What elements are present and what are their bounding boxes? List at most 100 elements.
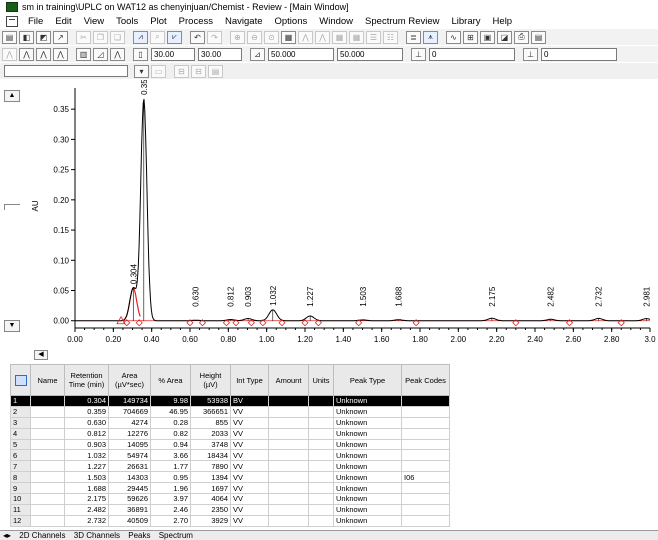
column-header-area[interactable]: Area (µV*sec): [108, 364, 151, 396]
column-header-percent-area[interactable]: % Area: [150, 364, 191, 396]
chromatogram-chart[interactable]: 0.00 0.05 0.10 0.15 0.20 0.25 0.30 0.35 AU 0.00 0.…: [0, 74, 658, 363]
minimum-height-icon[interactable]: ⊥: [523, 47, 538, 61]
peak-add-icon[interactable]: ⋀: [315, 30, 330, 44]
scroll-thumb[interactable]: [4, 204, 20, 210]
save-icon[interactable]: ◧: [19, 30, 34, 44]
table-row[interactable]: 6 1.032 54974 3.66 18434 VV Unknown: [10, 449, 450, 462]
peak-icon[interactable]: ⋀: [298, 30, 313, 44]
grid-alt-icon[interactable]: ▦: [349, 30, 364, 44]
menu-process[interactable]: Process: [173, 16, 219, 27]
align-icon[interactable]: ☰: [366, 30, 381, 44]
refresh-icon[interactable]: ▭: [151, 64, 166, 78]
table-row[interactable]: 7 1.227 26631 1.77 7890 VV Unknown: [10, 460, 450, 473]
export-icon[interactable]: ◩: [36, 30, 51, 44]
peak-width-field-1[interactable]: 30.00: [151, 47, 195, 61]
baseline-drop-icon[interactable]: ⋀: [53, 47, 68, 61]
scroll-left-button[interactable]: ◀: [34, 350, 48, 360]
peak-type-cell: Unknown: [333, 493, 402, 505]
library-icon[interactable]: ⩚: [423, 30, 438, 44]
peak-width-icon[interactable]: ⋀: [110, 47, 125, 61]
area-icon[interactable]: ◿: [93, 47, 108, 61]
cut-icon[interactable]: ✂: [76, 30, 91, 44]
undo-icon[interactable]: ↶: [190, 30, 205, 44]
baseline-add-icon[interactable]: ⋀: [19, 47, 34, 61]
table-row[interactable]: 1 0.304 149734 9.98 53938 BV Unknown: [10, 395, 450, 407]
grid-icon[interactable]: ▦: [332, 30, 347, 44]
table-icon[interactable]: ▤: [531, 30, 546, 44]
compare-icon[interactable]: ⊟: [174, 64, 189, 78]
layout-icon[interactable]: ⊟: [191, 64, 206, 78]
table-row[interactable]: 10 2.175 59626 3.97 4064 VV Unknown: [10, 493, 450, 505]
dropdown-arrow-icon[interactable]: ▾: [134, 64, 149, 78]
table-row[interactable]: 5 0.903 14095 0.94 3748 VV Unknown: [10, 438, 450, 451]
column-header-name[interactable]: Name: [30, 364, 65, 396]
row-number: 1: [10, 395, 31, 407]
zoom-out-icon[interactable]: ⊖: [247, 30, 262, 44]
menu-spectrum-review[interactable]: Spectrum Review: [359, 16, 445, 27]
baseline-icon[interactable]: ⋀: [2, 47, 17, 61]
minimum-area-field[interactable]: 0: [429, 47, 515, 61]
result-selector[interactable]: [4, 65, 128, 77]
table-corner[interactable]: [10, 364, 31, 396]
menu-tools[interactable]: Tools: [110, 16, 144, 27]
column-header-height[interactable]: Height (µV): [190, 364, 231, 396]
menu-edit[interactable]: Edit: [49, 16, 77, 27]
threshold-field-1[interactable]: 50.000: [268, 47, 334, 61]
table-row[interactable]: 9 1.688 29445 1.96 1697 VV Unknown: [10, 482, 450, 495]
column-header-peak-codes[interactable]: Peak Codes: [401, 364, 450, 396]
width-icon[interactable]: ▯: [133, 47, 148, 61]
column-header-amount[interactable]: Amount: [268, 364, 309, 396]
bar-icon[interactable]: ▥: [76, 47, 91, 61]
minimum-height-field[interactable]: 0: [541, 47, 617, 61]
retention-time-cell: 2.732: [64, 514, 109, 527]
window-icon[interactable]: ▣: [480, 30, 495, 44]
integrate-icon[interactable]: ⩘: [133, 30, 148, 44]
menu-options[interactable]: Options: [269, 16, 314, 27]
redo-icon[interactable]: ↷: [207, 30, 222, 44]
document-icon[interactable]: [6, 15, 18, 27]
column-header-int-type[interactable]: Int Type: [230, 364, 269, 396]
channel-icon[interactable]: ⊞: [463, 30, 478, 44]
column-header-retention-time[interactable]: Retention Time (min): [64, 364, 109, 396]
menu-plot[interactable]: Plot: [144, 16, 172, 27]
print-icon[interactable]: ⎙: [514, 30, 529, 44]
table-row[interactable]: 3 0.630 4274 0.28 855 VV Unknown: [10, 416, 450, 429]
column-header-peak-type[interactable]: Peak Type: [333, 364, 402, 396]
threshold-icon[interactable]: ⊿: [250, 47, 265, 61]
open-icon[interactable]: ▤: [2, 30, 17, 44]
menu-window[interactable]: Window: [313, 16, 359, 27]
zoom-icon[interactable]: ⌕: [150, 30, 165, 44]
spectrum-icon[interactable]: ∿: [446, 30, 461, 44]
y-tick-label: 0.05: [53, 287, 69, 296]
menu-library[interactable]: Library: [446, 16, 487, 27]
calibrate-icon[interactable]: ⩗: [167, 30, 182, 44]
baseline-split-icon[interactable]: ⋀: [36, 47, 51, 61]
report-icon[interactable]: ≣: [406, 30, 421, 44]
table-row[interactable]: 4 0.812 12276 0.82 2033 VV Unknown: [10, 427, 450, 440]
table-row[interactable]: 8 1.503 14303 0.95 1394 VV Unknown I06: [10, 471, 450, 484]
minimum-area-icon[interactable]: ⊥: [411, 47, 426, 61]
peak-table: Name Retention Time (min) Area (µV*sec) …: [10, 364, 658, 530]
menu-help[interactable]: Help: [487, 16, 519, 27]
scroll-up-button[interactable]: ▲: [4, 90, 20, 102]
scroll-down-button[interactable]: ▼: [4, 320, 20, 332]
graph-icon[interactable]: ↗: [53, 30, 68, 44]
image-icon[interactable]: ◪: [497, 30, 512, 44]
paste-icon[interactable]: ❏: [110, 30, 125, 44]
menu-view[interactable]: View: [78, 16, 110, 27]
peak-width-field-2[interactable]: 30.00: [198, 47, 242, 61]
align-right-icon[interactable]: ☷: [383, 30, 398, 44]
column-header-units[interactable]: Units: [308, 364, 334, 396]
menu-file[interactable]: File: [22, 16, 49, 27]
zoom-fit-icon[interactable]: ⊙: [264, 30, 279, 44]
menu-navigate[interactable]: Navigate: [219, 16, 269, 27]
stack-icon[interactable]: ▤: [208, 64, 223, 78]
table-row[interactable]: 12 2.732 40509 2.70 3929 VV Unknown: [10, 514, 450, 527]
zoom-in-icon[interactable]: ⊕: [230, 30, 245, 44]
table-row[interactable]: 11 2.482 36891 2.46 2350 VV Unknown: [10, 503, 450, 516]
table-row[interactable]: 2 0.359 704669 46.95 366651 VV Unknown: [10, 405, 450, 418]
overlay-icon[interactable]: ▦: [281, 30, 296, 44]
peak-type-cell: Unknown: [333, 438, 402, 451]
copy-icon[interactable]: ❐: [93, 30, 108, 44]
threshold-field-2[interactable]: 50.000: [337, 47, 403, 61]
